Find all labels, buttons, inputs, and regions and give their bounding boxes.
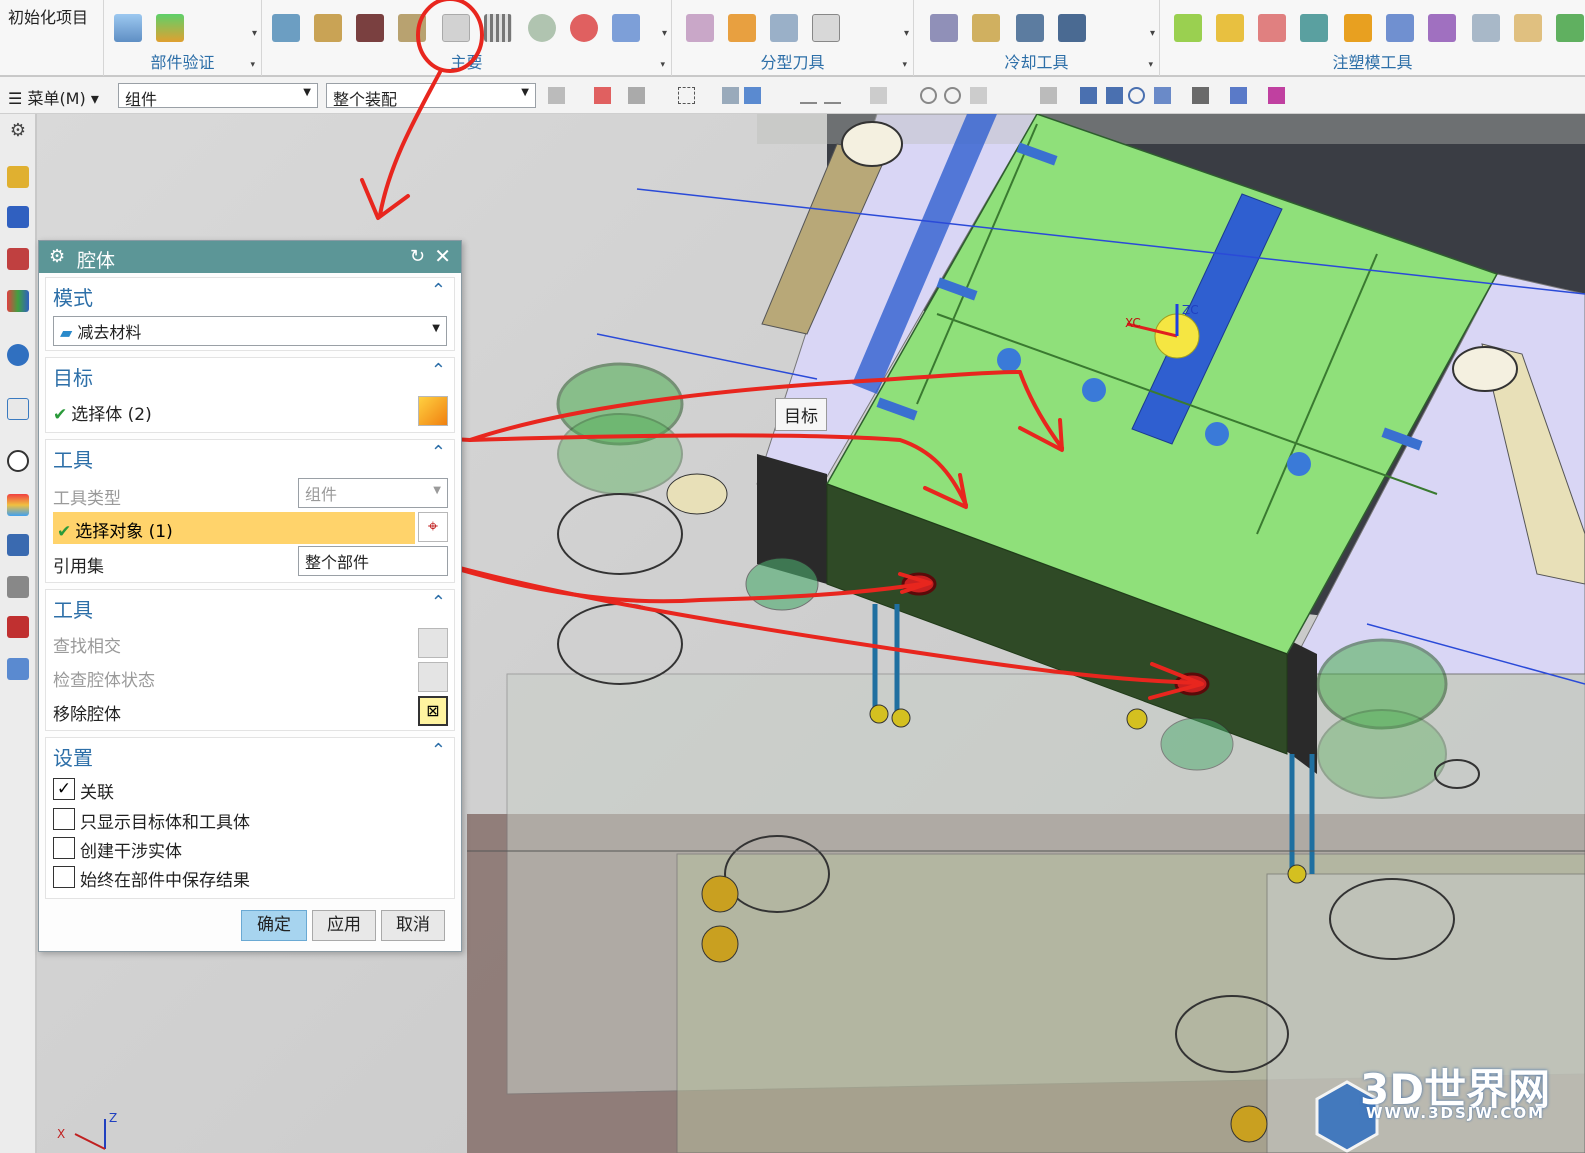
ref-set-value: 整个部件	[305, 553, 370, 572]
dialog-titlebar[interactable]: ⚙ 腔体 ↻ ✕	[39, 241, 461, 273]
associative-label: 关联	[80, 783, 114, 803]
tool2-header[interactable]: 工具	[53, 594, 93, 623]
show-target-tool-only-label: 只显示目标体和工具体	[80, 813, 250, 833]
subtract-icon: ▰	[60, 323, 73, 342]
target-section: 目标 ⌃ ✔ 选择体 (2)	[45, 357, 455, 433]
collapse-icon[interactable]: ⌃	[431, 592, 446, 613]
ref-set-select[interactable]: 整个部件	[298, 546, 448, 576]
watermark-url: WWW.3DSJW.COM	[1366, 1104, 1546, 1122]
mode-section: 模式 ⌃ ▰ 减去材料 ▼	[45, 277, 455, 351]
ok-button[interactable]: 确定	[241, 910, 307, 941]
dialog-title: 腔体	[77, 250, 116, 272]
show-target-tool-only-checkbox[interactable]	[53, 808, 75, 830]
gear-icon[interactable]: ⚙	[49, 246, 65, 267]
always-save-result-checkbox[interactable]	[53, 866, 75, 888]
crosshair-icon[interactable]: ⌖	[418, 512, 448, 542]
select-body-row[interactable]: ✔ 选择体 (2)	[53, 400, 152, 430]
check-status-label: 检查腔体状态	[53, 671, 155, 691]
chevron-down-icon: ▼	[432, 323, 440, 334]
mode-header[interactable]: 模式	[53, 282, 93, 311]
ref-set-label: 引用集	[53, 557, 104, 577]
select-object-row[interactable]: ✔ 选择对象 (1)	[53, 512, 415, 544]
cancel-button[interactable]: 取消	[381, 910, 445, 941]
settings-header[interactable]: 设置	[53, 742, 93, 771]
tool-type-value: 组件	[305, 485, 338, 504]
collapse-icon[interactable]: ⌃	[431, 360, 446, 381]
remove-cavity-button[interactable]: ⊠	[418, 696, 448, 726]
remove-cavity-label: 移除腔体	[53, 705, 121, 725]
select-object-label: ✔ 选择对象 (1)	[57, 517, 173, 542]
reset-icon[interactable]: ↻	[410, 246, 425, 267]
select-object-text: 选择对象 (1)	[75, 522, 173, 542]
create-interference-checkbox[interactable]	[53, 837, 75, 859]
tool2-section: 工具 ⌃ 查找相交 检查腔体状态 移除腔体 ⊠	[45, 589, 455, 731]
tool-header[interactable]: 工具	[53, 444, 93, 473]
mode-value: 减去材料	[77, 323, 142, 342]
collapse-icon[interactable]: ⌃	[431, 740, 446, 761]
close-icon[interactable]: ✕	[434, 244, 451, 268]
find-intersect-button[interactable]	[418, 628, 448, 658]
mode-select[interactable]: ▰ 减去材料 ▼	[53, 316, 447, 346]
always-save-result-label: 始终在部件中保存结果	[80, 871, 250, 891]
check-icon: ✔	[53, 405, 68, 425]
target-tooltip: 目标	[775, 398, 827, 431]
cavity-dialog: ⚙ 腔体 ↻ ✕ 模式 ⌃ ▰ 减去材料 ▼ 目标 ⌃ ✔ 选择体 (2) 工具 …	[38, 240, 462, 952]
tool-type-select[interactable]: 组件 ▼	[298, 478, 448, 508]
settings-section: 设置 ⌃ ✓ 关联 只显示目标体和工具体 创建干涉实体 始终在部件中保存结果	[45, 737, 455, 899]
target-header[interactable]: 目标	[53, 362, 93, 391]
chevron-down-icon: ▼	[433, 485, 441, 496]
tool-type-label: 工具类型	[53, 489, 121, 509]
collapse-icon[interactable]: ⌃	[431, 442, 446, 463]
create-interference-label: 创建干涉实体	[80, 842, 182, 862]
apply-button[interactable]: 应用	[312, 910, 376, 941]
associative-checkbox[interactable]: ✓	[53, 778, 75, 800]
select-body-label: 选择体 (2)	[71, 405, 152, 425]
select-body-button[interactable]	[418, 396, 448, 426]
tool-section: 工具 ⌃ 工具类型 组件 ▼ ✔ 选择对象 (1) ⌖ 引用集 整个部件	[45, 439, 455, 583]
check-icon: ✔	[57, 522, 72, 542]
find-intersect-label: 查找相交	[53, 637, 121, 657]
collapse-icon[interactable]: ⌃	[431, 280, 446, 301]
check-status-button[interactable]	[418, 662, 448, 692]
